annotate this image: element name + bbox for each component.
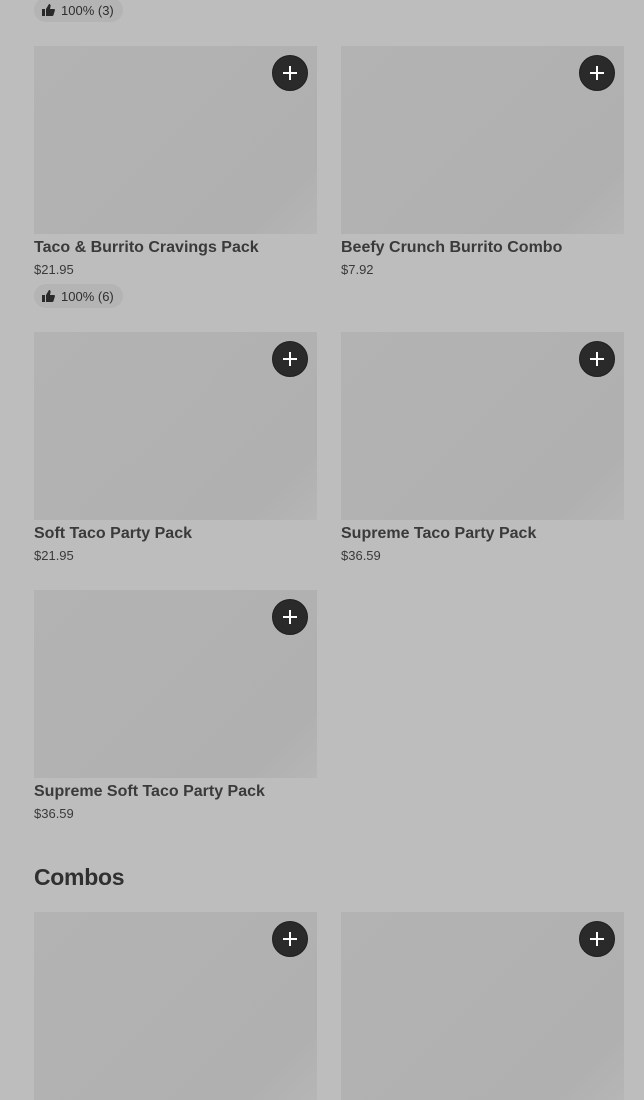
product-card[interactable]: Supreme Soft Taco Party Pack $36.59: [34, 590, 317, 821]
plus-icon: [283, 610, 297, 624]
product-image[interactable]: [34, 912, 317, 1100]
product-name[interactable]: Soft Taco Party Pack: [34, 525, 317, 543]
add-to-cart-button[interactable]: [579, 55, 615, 91]
add-to-cart-button[interactable]: [272, 341, 308, 377]
product-card[interactable]: Beefy Crunch Burrito Combo $7.92: [341, 46, 624, 277]
plus-icon: [283, 352, 297, 366]
product-image[interactable]: [34, 332, 317, 520]
rating-badge: 100% (3): [34, 0, 123, 22]
product-price: $36.59: [341, 548, 381, 563]
plus-icon: [283, 932, 297, 946]
plus-icon: [590, 932, 604, 946]
product-price: $21.95: [34, 262, 74, 277]
thumbs-up-icon: [42, 290, 55, 302]
rating-text: 100% (3): [61, 2, 114, 18]
add-to-cart-button[interactable]: [272, 55, 308, 91]
product-image[interactable]: [341, 332, 624, 520]
product-card[interactable]: Taco & Burrito Cravings Pack $21.95 100%…: [34, 46, 317, 308]
product-price: $7.92: [341, 262, 374, 277]
rating-text: 100% (6): [61, 288, 114, 304]
product-image[interactable]: [34, 46, 317, 234]
product-price: $36.59: [34, 806, 74, 821]
plus-icon: [590, 352, 604, 366]
add-to-cart-button[interactable]: [272, 921, 308, 957]
add-to-cart-button[interactable]: [579, 341, 615, 377]
combos-section-title: Combos: [34, 864, 125, 890]
product-name[interactable]: Beefy Crunch Burrito Combo: [341, 239, 624, 257]
plus-icon: [590, 66, 604, 80]
combo-card[interactable]: [34, 912, 317, 1100]
add-to-cart-button[interactable]: [272, 599, 308, 635]
product-card[interactable]: Soft Taco Party Pack $21.95: [34, 332, 317, 563]
add-to-cart-button[interactable]: [579, 921, 615, 957]
product-price: $21.95: [34, 548, 74, 563]
product-image[interactable]: [341, 46, 624, 234]
product-name[interactable]: Supreme Soft Taco Party Pack: [34, 783, 317, 801]
rating-badge: 100% (6): [34, 284, 123, 308]
product-name[interactable]: Taco & Burrito Cravings Pack: [34, 239, 317, 257]
plus-icon: [283, 66, 297, 80]
product-name[interactable]: Supreme Taco Party Pack: [341, 525, 624, 543]
thumbs-up-icon: [42, 4, 55, 16]
product-image[interactable]: [34, 590, 317, 778]
product-card[interactable]: Supreme Taco Party Pack $36.59: [341, 332, 624, 563]
product-image[interactable]: [341, 912, 624, 1100]
combo-card[interactable]: [341, 912, 624, 1100]
